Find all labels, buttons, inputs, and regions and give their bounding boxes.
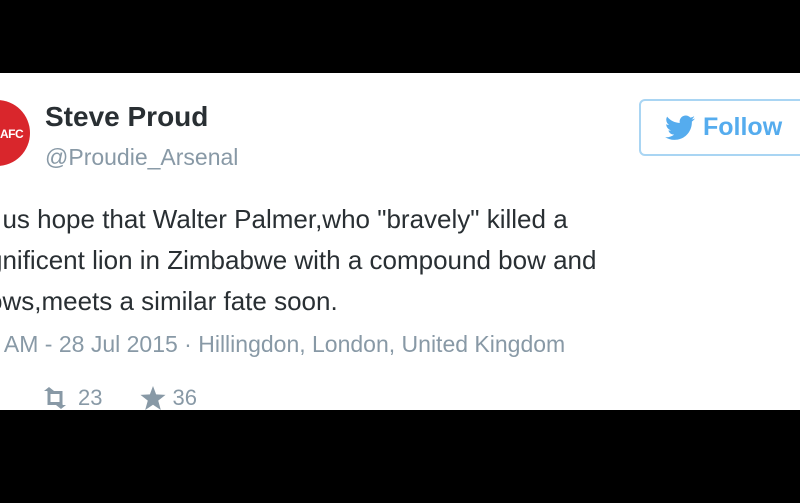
tweet-timestamp-location[interactable]: 9 AM - 28 Jul 2015 · Hillingdon, London,… <box>0 331 565 358</box>
retweet-icon <box>44 387 66 409</box>
user-name[interactable]: Steve Proud <box>45 101 208 133</box>
favorite-stat[interactable]: 36 <box>140 385 197 410</box>
avatar-badge-text: AFC <box>0 127 24 141</box>
follow-button[interactable]: Follow <box>639 99 800 156</box>
retweet-stat[interactable]: 23 <box>38 385 102 410</box>
favorite-count: 36 <box>172 385 197 410</box>
star-icon <box>140 386 167 410</box>
twitter-bird-icon <box>665 115 695 140</box>
user-handle[interactable]: @Proudie_Arsenal <box>45 144 238 171</box>
tweet-stats: 23 36 <box>38 385 235 410</box>
follow-label: Follow <box>703 113 783 141</box>
retweet-count: 23 <box>78 385 103 410</box>
tweet-text: t us hope that Walter Palmer,who "bravel… <box>0 204 597 316</box>
avatar[interactable]: AFC <box>0 100 30 166</box>
tweet-card: AFC Steve Proud @Proudie_Arsenal Follow … <box>0 73 800 410</box>
